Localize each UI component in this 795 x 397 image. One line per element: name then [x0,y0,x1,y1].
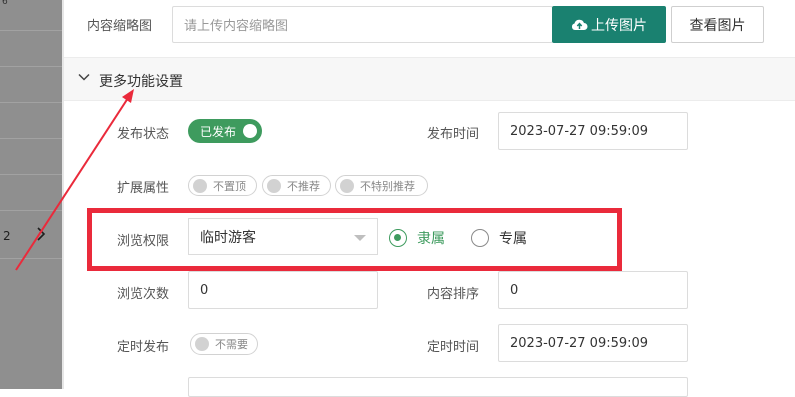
annotation-arrow-icon [15,89,134,271]
